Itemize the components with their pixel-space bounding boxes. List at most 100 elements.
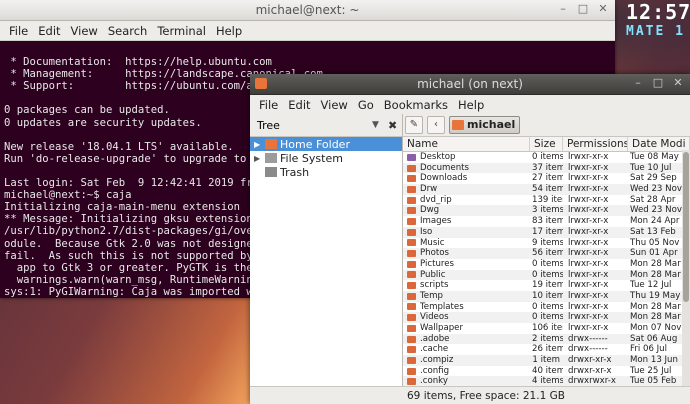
- file-date: Thu 05 Nov: [630, 237, 680, 248]
- file-date: Sat 06 Aug: [630, 333, 678, 344]
- file-size: 4 items: [532, 376, 563, 386]
- terminal-menu-help[interactable]: Help: [211, 24, 247, 38]
- file-row[interactable]: Dwg 3 items lrwxr-xr-x Wed 23 Nov: [403, 205, 690, 217]
- terminal-menu-view[interactable]: View: [66, 24, 103, 38]
- terminal-menu-terminal[interactable]: Terminal: [152, 24, 211, 38]
- file-name: Public: [420, 269, 446, 280]
- file-manager-menubar: File Edit View Go Bookmarks Help: [250, 95, 690, 115]
- terminal-title: michael@next: ~: [255, 3, 360, 17]
- file-date: Tue 08 May: [630, 152, 679, 162]
- menu-view[interactable]: View: [316, 98, 353, 112]
- sidebar-item-label: Home Folder: [280, 137, 350, 151]
- expand-arrow-icon[interactable]: ▶: [254, 154, 262, 163]
- menu-help[interactable]: Help: [453, 98, 489, 112]
- file-row[interactable]: Documents 37 items lrwxr-xr-x Tue 10 Jul: [403, 162, 690, 174]
- file-row[interactable]: .adobe 2 items drwx------ Sat 06 Aug: [403, 333, 690, 345]
- file-size: 26 items: [532, 344, 563, 355]
- sidebar-item-label: Trash: [280, 165, 310, 179]
- column-header-permissions[interactable]: Permissions: [563, 137, 628, 151]
- menu-file[interactable]: File: [254, 98, 283, 112]
- file-date: Mon 07 Nov: [630, 323, 682, 333]
- file-row[interactable]: Downloads 27 items lrwxr-xr-x Sat 29 Sep: [403, 173, 690, 184]
- maximize-icon[interactable]: □: [650, 76, 666, 91]
- file-row[interactable]: Music 9 items lrwxr-xr-x Thu 05 Nov: [403, 238, 690, 249]
- maximize-icon[interactable]: □: [575, 2, 591, 17]
- file-row[interactable]: Drw 54 items lrwxr-xr-x Wed 23 Nov: [403, 184, 690, 195]
- file-permissions: lrwxr-xr-x: [568, 269, 609, 280]
- minimize-icon[interactable]: –: [555, 2, 571, 17]
- file-size: 0 items: [532, 152, 563, 162]
- terminal-titlebar[interactable]: michael@next: ~ – □ ✕: [0, 0, 615, 21]
- file-manager-titlebar[interactable]: michael (on next) – □ ✕: [250, 74, 690, 95]
- file-row[interactable]: .cache 26 items drwx------ Fri 06 Jul: [403, 344, 690, 355]
- terminal-menu-search[interactable]: Search: [103, 24, 153, 38]
- file-row[interactable]: Pictures 0 items lrwxr-xr-x Mon 28 Mar: [403, 259, 690, 270]
- file-row[interactable]: scripts 19 items lrwxr-xr-x Tue 12 Jul: [403, 280, 690, 291]
- file-size: 0 items: [532, 312, 563, 323]
- sidebar-item[interactable]: ▶ File System: [250, 151, 402, 165]
- chevron-down-icon[interactable]: ▼: [372, 120, 382, 130]
- close-icon[interactable]: ✕: [670, 76, 686, 91]
- close-icon[interactable]: ✕: [595, 2, 611, 17]
- expand-arrow-icon[interactable]: ▶: [254, 140, 262, 149]
- terminal-menu-file[interactable]: File: [4, 24, 33, 38]
- file-size: 139 items: [532, 194, 563, 205]
- terminal-menu-edit[interactable]: Edit: [33, 24, 65, 38]
- chevron-left-icon[interactable]: ‹: [427, 116, 445, 134]
- file-size: 54 items: [532, 184, 563, 195]
- column-header-name[interactable]: Name: [403, 137, 530, 151]
- file-list-pane: ✎ ‹ michael Name Size Permissions Date M…: [403, 114, 690, 386]
- file-row[interactable]: Templates 0 items lrwxr-xr-x Mon 28 Mar: [403, 302, 690, 313]
- folder-icon: [407, 271, 416, 279]
- column-header-size[interactable]: Size: [530, 137, 563, 151]
- file-name-cell: .cache: [403, 344, 530, 355]
- file-permissions: drwx------: [568, 333, 608, 344]
- pencil-icon[interactable]: ✎: [405, 116, 423, 134]
- file-row[interactable]: Desktop 0 items lrwxr-xr-x Tue 08 May: [403, 152, 690, 163]
- sidebar-item[interactable]: Trash: [250, 165, 402, 179]
- file-row[interactable]: Temp 10 items lrwxr-xr-x Thu 19 May: [403, 290, 690, 302]
- file-row[interactable]: Photos 56 items lrwxr-xr-x Sun 01 Apr: [403, 248, 690, 259]
- file-list: Desktop 0 items lrwxr-xr-x Tue 08 May Docume…: [403, 152, 690, 386]
- folder-icon: [407, 324, 416, 332]
- file-date: Tue 25 Jul: [630, 365, 672, 376]
- file-name-cell: Documents: [403, 163, 530, 174]
- file-name-cell: scripts: [403, 280, 530, 291]
- file-row[interactable]: Wallpaper 106 items lrwxr-xr-x Mon 07 Nov: [403, 323, 690, 334]
- menu-bookmarks[interactable]: Bookmarks: [379, 98, 453, 112]
- file-row[interactable]: .conky 4 items drwxrwxr-x Tue 05 Feb: [403, 376, 690, 386]
- folder-icon: [407, 228, 416, 236]
- file-permissions: lrwxr-xr-x: [568, 301, 609, 312]
- file-size: 0 items: [532, 269, 563, 280]
- file-row[interactable]: .config 40 items drwxr-xr-x Tue 25 Jul: [403, 366, 690, 377]
- file-row[interactable]: Images 83 items lrwxr-xr-x Mon 24 Apr: [403, 216, 690, 227]
- vertical-scrollbar[interactable]: [682, 150, 690, 386]
- close-icon[interactable]: ✖: [388, 119, 398, 132]
- file-size: 9 items: [532, 237, 563, 248]
- file-row[interactable]: Iso 17 items lrwxr-xr-x Sat 13 Feb: [403, 226, 690, 238]
- file-date: Tue 12 Jul: [630, 280, 672, 291]
- path-crumb-home[interactable]: michael: [449, 116, 521, 134]
- file-name-cell: Drw: [403, 184, 530, 195]
- file-row[interactable]: Public 0 items lrwxr-xr-x Mon 28 Mar: [403, 269, 690, 281]
- folder-icon: [407, 164, 416, 172]
- terminal-line: * Documentation: https://help.ubuntu.com: [4, 56, 272, 69]
- file-name-cell: Downloads: [403, 173, 530, 184]
- menu-go[interactable]: Go: [353, 98, 379, 112]
- file-size: 17 items: [532, 226, 563, 237]
- sidebar-item[interactable]: ▶ Home Folder: [250, 137, 402, 151]
- menu-edit[interactable]: Edit: [283, 98, 315, 112]
- file-row[interactable]: dvd_rip 139 items lrwxr-xr-x Sat 28 Apr: [403, 195, 690, 206]
- folder-icon: [407, 292, 416, 300]
- file-manager-window[interactable]: michael (on next) – □ ✕ File Edit View G…: [250, 74, 690, 404]
- minimize-icon[interactable]: –: [630, 76, 646, 91]
- file-row[interactable]: Videos 0 items lrwxr-xr-x Mon 28 Mar: [403, 312, 690, 323]
- column-headers: Name Size Permissions Date Modi: [403, 137, 690, 152]
- sidebar-selector[interactable]: Tree: [254, 117, 372, 134]
- column-header-date[interactable]: Date Modi: [628, 137, 690, 151]
- file-name: Images: [420, 216, 452, 227]
- scrollbar-thumb[interactable]: [683, 152, 689, 302]
- file-row[interactable]: .compiz 1 item drwxr-xr-x Mon 13 Jun: [403, 355, 690, 366]
- file-name: Iso: [420, 226, 433, 237]
